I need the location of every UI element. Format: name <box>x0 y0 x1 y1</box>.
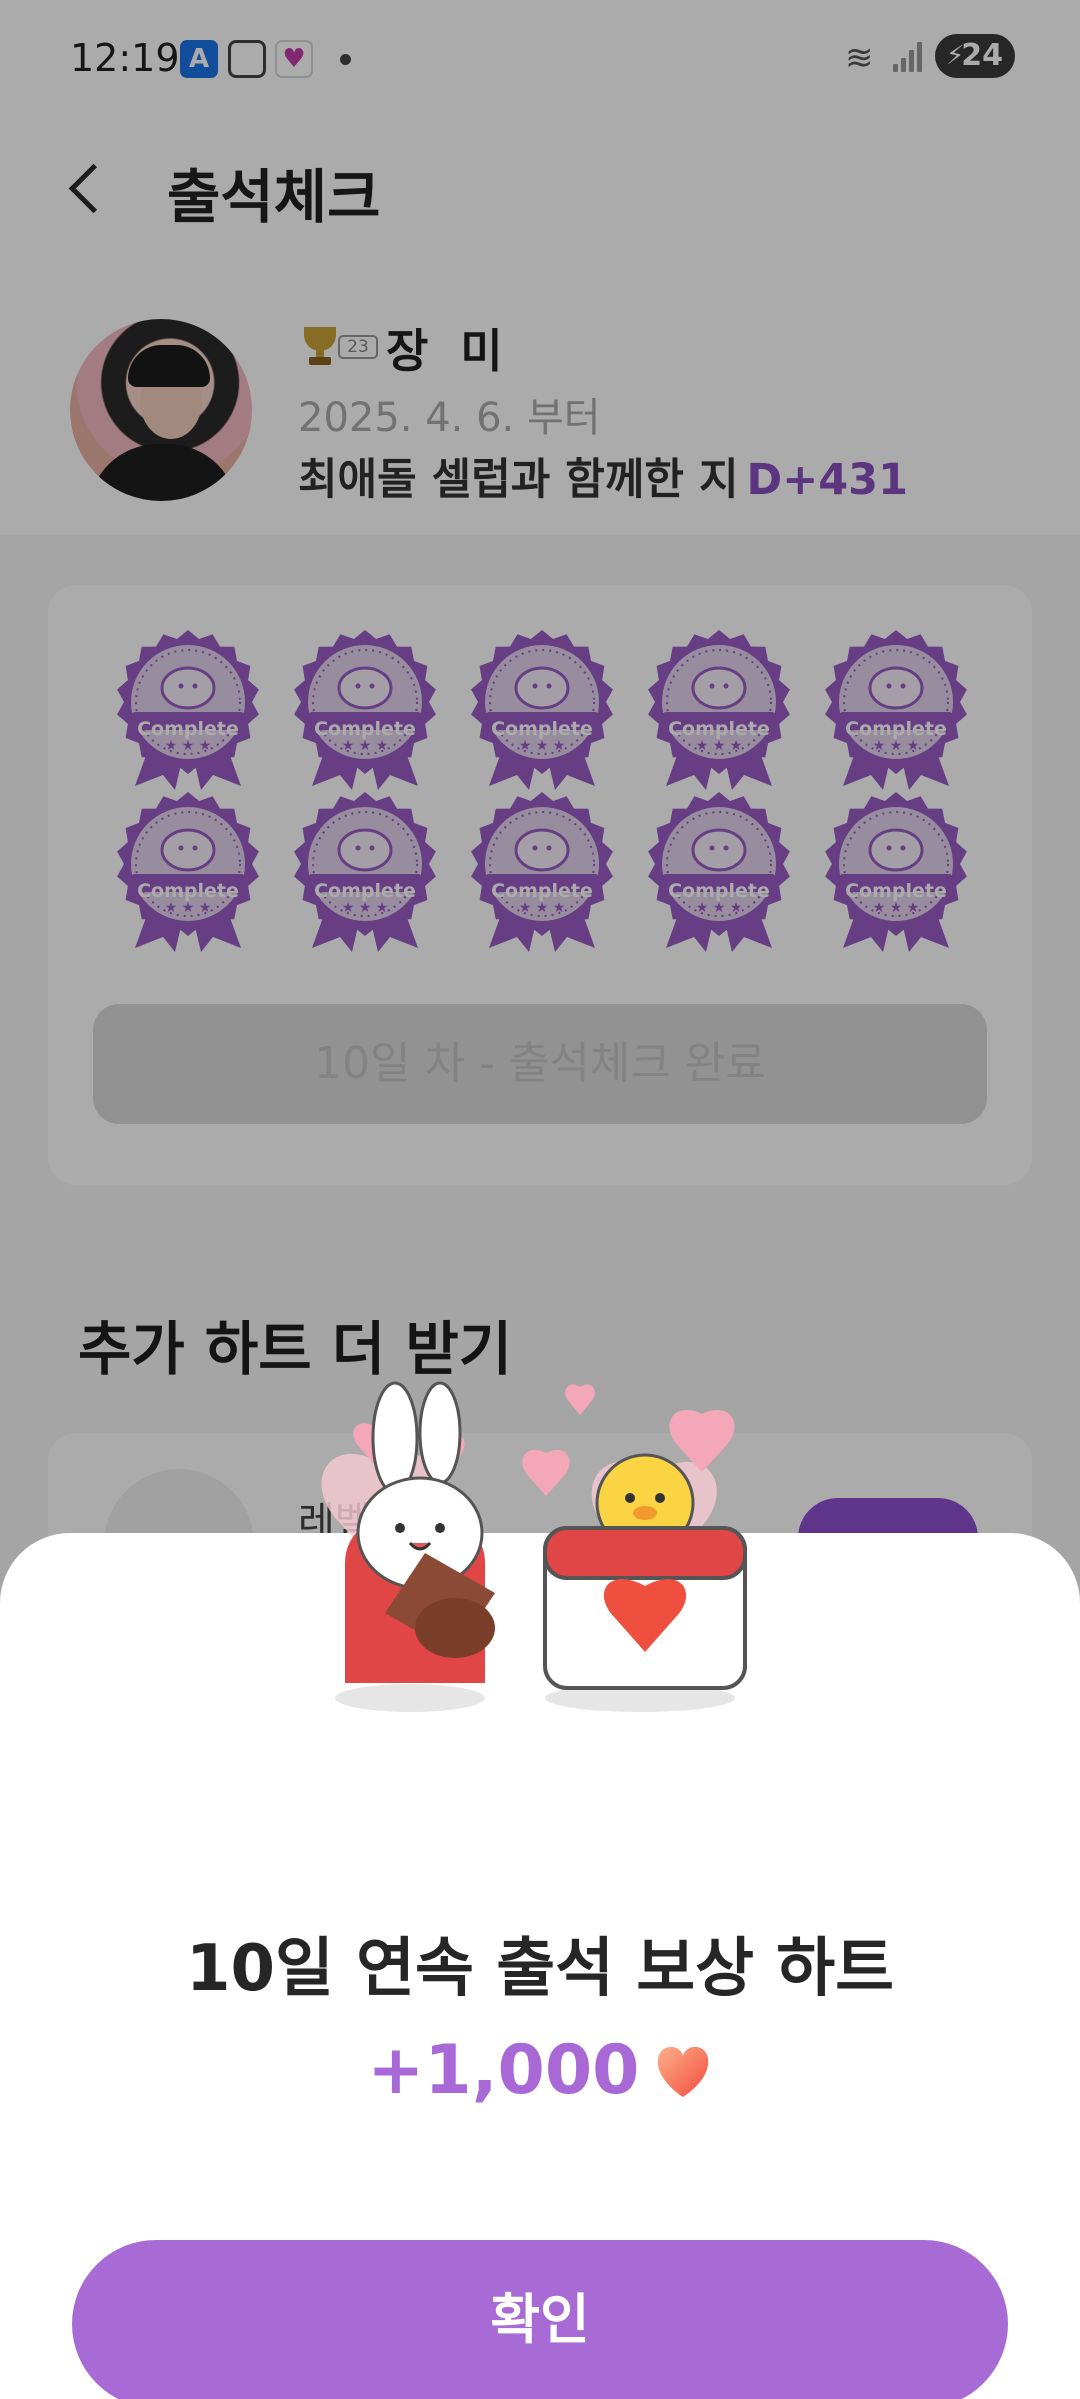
confirm-button[interactable]: 확인 <box>72 2240 1008 2399</box>
heart-icon <box>657 2046 708 2097</box>
attendance-screen: 12:19 A ♥ ≋ ⚡ 24 출석체크 23 장 미 2025. 4. 6.… <box>0 0 1080 2399</box>
reward-bottom-sheet: 10일 연속 출석 보상 하트 +1,000 확인 <box>0 1381 1080 2399</box>
reward-title: 10일 연속 출석 보상 하트 <box>185 1932 895 2006</box>
reward-illustration <box>280 1363 800 1763</box>
reward-amount: +1,000 <box>367 2031 640 2110</box>
reward-amount-row: +1,000 <box>0 2031 1080 2110</box>
